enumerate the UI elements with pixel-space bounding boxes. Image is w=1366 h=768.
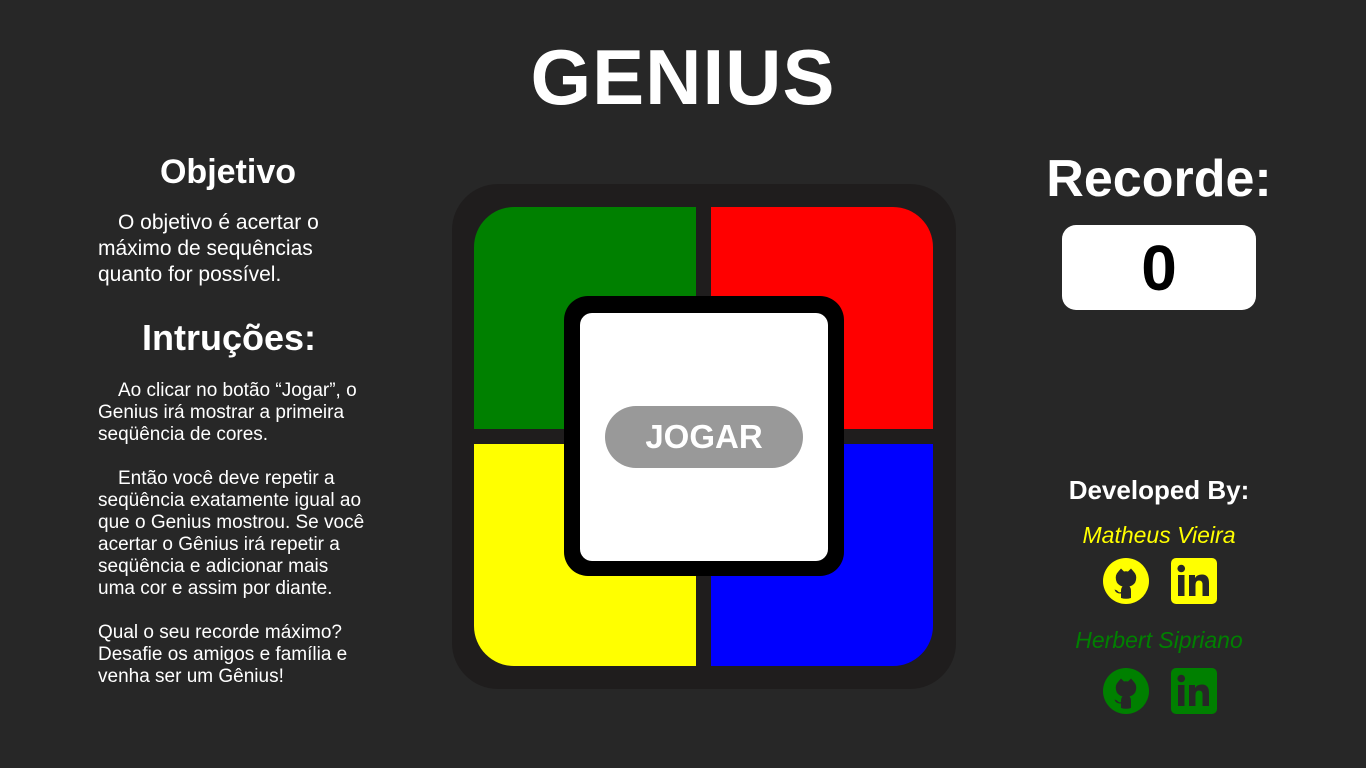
center-panel: JOGAR xyxy=(564,296,844,576)
instructions-paragraph-1: Ao clicar no botão “Jogar”, o Genius irá… xyxy=(98,380,357,445)
page-title: GENIUS xyxy=(530,33,836,121)
instructions-heading: Intruções: xyxy=(141,317,317,358)
center-panel-inner: JOGAR xyxy=(580,313,828,561)
linkedin-icon[interactable] xyxy=(1171,558,1217,604)
info-panel: Objetivo O objetivo é acertar o máximo d… xyxy=(98,150,368,688)
play-button[interactable]: JOGAR xyxy=(605,406,803,468)
github-icon[interactable] xyxy=(1103,558,1149,604)
game-board: JOGAR xyxy=(452,184,956,689)
developer-name: Matheus Vieira xyxy=(1082,522,1236,548)
developer-links xyxy=(1103,668,1223,714)
developers-heading: Developed By: xyxy=(1068,475,1250,505)
record-label: Recorde: xyxy=(1046,150,1272,208)
github-icon[interactable] xyxy=(1103,668,1149,714)
linkedin-icon[interactable] xyxy=(1171,668,1217,714)
objective-text: O objetivo é acertar o máximo de sequênc… xyxy=(98,211,319,286)
instructions-paragraph-2: Então você deve repetir a seqüência exat… xyxy=(98,468,365,599)
page: GENIUS Objetivo O objetivo é acertar o m… xyxy=(0,0,1366,768)
developer-name: Herbert Sipriano xyxy=(1075,627,1243,653)
objective-heading: Objetivo xyxy=(159,153,297,191)
developer-links xyxy=(1103,558,1223,604)
instructions-paragraph-3: Qual o seu recorde máximo? Desafie os am… xyxy=(98,622,348,687)
record-value: 0 xyxy=(1062,225,1256,310)
